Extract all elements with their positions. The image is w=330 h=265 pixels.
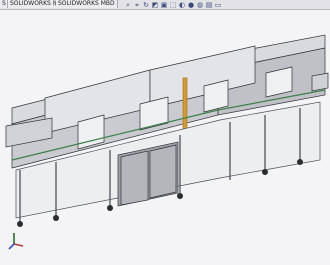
monitor-icon[interactable]: ▭ xyxy=(214,1,222,9)
scene-icon[interactable]: ◍ xyxy=(196,1,204,9)
display-style-icon[interactable]: ▣ xyxy=(160,1,168,9)
solidworks-window: S SOLIDWORKS 插件 SOLIDWORKS MBD ⌕ ⌖ ↻ ◩ ▣… xyxy=(0,0,330,265)
hide-show-icon[interactable]: ◐ xyxy=(178,1,186,9)
tab-features[interactable]: S xyxy=(0,0,8,8)
view-settings-icon[interactable]: ▤ xyxy=(205,1,213,9)
reference-triad-icon xyxy=(8,233,24,250)
conveyor-assembly xyxy=(5,34,329,227)
zoom-fit-icon[interactable]: ⌕ xyxy=(124,1,132,9)
graphics-area[interactable] xyxy=(0,10,330,265)
tab-solidworks-mbd[interactable]: SOLIDWORKS MBD xyxy=(56,0,118,8)
section-view-icon[interactable]: ◩ xyxy=(151,1,159,9)
zoom-area-icon[interactable]: ⌖ xyxy=(133,1,141,9)
appearance-icon[interactable]: ● xyxy=(187,1,195,9)
rotate-icon[interactable]: ↻ xyxy=(142,1,150,9)
view-orientation-icon[interactable]: ⬚ xyxy=(169,1,177,9)
